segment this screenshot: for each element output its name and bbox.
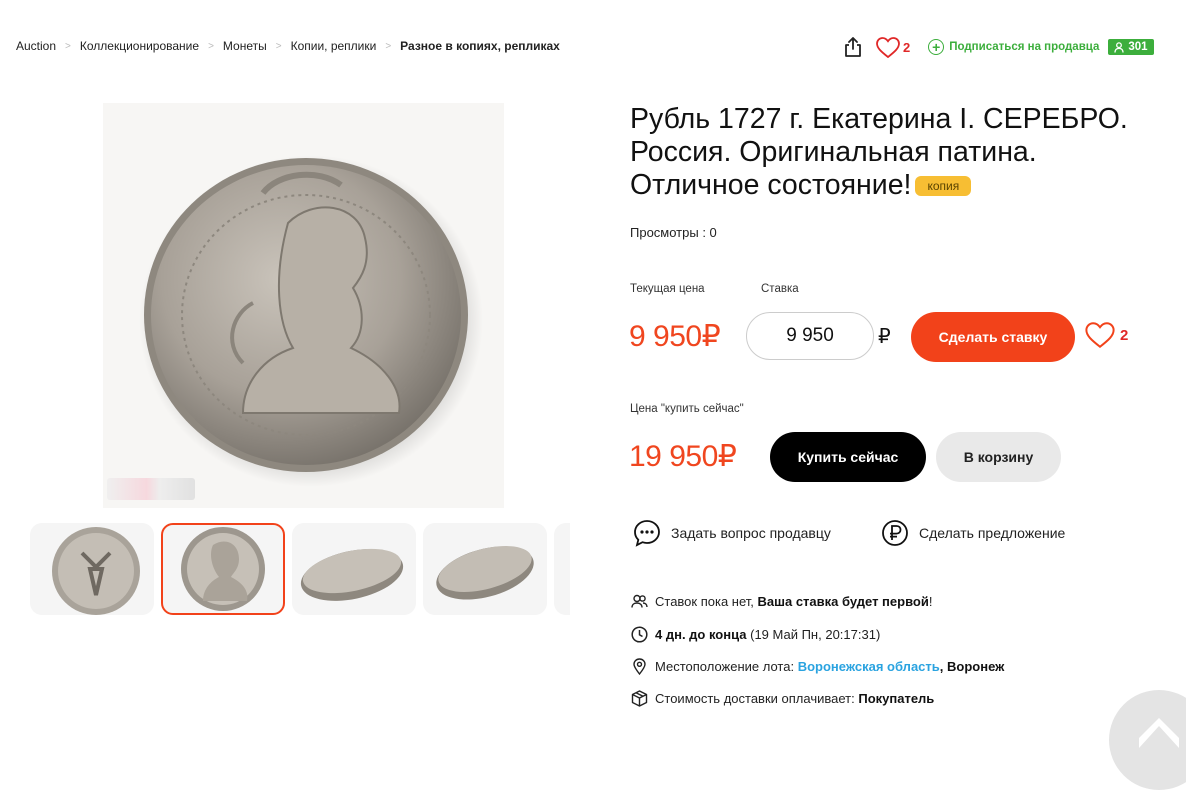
delivery-payer: Покупатель: [858, 691, 935, 706]
make-bid-button[interactable]: Сделать ставку: [911, 312, 1075, 362]
bids-end: !: [928, 594, 933, 609]
delivery-info: Стоимость доставки оплачивает: Покупател…: [631, 690, 934, 707]
subscribe-seller-button[interactable]: + Подписаться на продавца: [928, 39, 1099, 55]
location-region-link[interactable]: Воронежская область: [798, 659, 940, 674]
main-lot-image[interactable]: [103, 103, 504, 508]
clock-icon: [631, 626, 648, 643]
views-counter: Просмотры : 0: [630, 225, 717, 240]
chevron-up-icon: [1139, 718, 1179, 748]
breadcrumb-item-replicas[interactable]: Копии, реплики: [291, 39, 377, 53]
time-info: 4 дн. до конца (19 Май Пн, 20:17:31): [631, 626, 880, 643]
favorite-button[interactable]: 2: [876, 36, 911, 58]
add-to-cart-button[interactable]: В корзину: [936, 432, 1061, 482]
current-price-label: Текущая цена: [630, 283, 705, 295]
favorite-count: 2: [903, 39, 911, 55]
thumbnail-strip: [30, 523, 570, 615]
breadcrumb-separator: >: [208, 40, 214, 52]
top-actions: 2 + Подписаться на продавца 301: [842, 36, 1154, 58]
copy-badge: копия: [915, 176, 972, 196]
location-separator: ,: [939, 659, 944, 674]
stake-label: Ставка: [761, 283, 799, 295]
time-left: 4 дн. до конца: [655, 627, 747, 642]
scroll-top-button[interactable]: [1109, 690, 1186, 790]
lot-title: Рубль 1727 г. Екатерина I. СЕРЕБРО. Росс…: [630, 103, 1150, 202]
user-icon: [1114, 41, 1125, 53]
location-pin-icon: [633, 658, 646, 675]
heart-icon: [1085, 322, 1115, 348]
thumbnail-1[interactable]: [30, 523, 154, 615]
buy-now-button[interactable]: Купить сейчас: [770, 432, 926, 482]
ask-seller-button[interactable]: Задать вопрос продавцу: [633, 519, 831, 547]
end-datetime: (19 Май Пн, 20:17:31): [750, 627, 881, 642]
watermark: [107, 478, 195, 500]
favorite-lot-button[interactable]: 2: [1085, 322, 1128, 348]
make-offer-button[interactable]: Сделать предложение: [881, 519, 1065, 547]
thumbnail-5[interactable]: [554, 523, 570, 615]
breadcrumb-item-coins[interactable]: Монеты: [223, 39, 267, 53]
location-label: Местоположение лота:: [655, 659, 795, 674]
bids-info: Ставок пока нет, Ваша ставка будет перво…: [631, 594, 932, 609]
chat-icon: [634, 520, 660, 547]
seller-rating-value: 301: [1128, 41, 1148, 53]
thumbnail-2-selected[interactable]: [161, 523, 285, 615]
currency-symbol: ₽: [878, 326, 891, 348]
thumbnail-4[interactable]: [423, 523, 547, 615]
current-price: 9 950₽: [629, 320, 721, 353]
breadcrumb-separator: >: [385, 40, 392, 52]
breadcrumb-item-current[interactable]: Разное в копиях, репликах: [400, 39, 560, 53]
share-icon[interactable]: [842, 36, 864, 58]
bids-strong: Ваша ставка будет первой: [757, 594, 929, 609]
location-city: Воронеж: [947, 659, 1005, 674]
favorite-lot-count: 2: [1120, 326, 1129, 344]
make-offer-label: Сделать предложение: [919, 525, 1066, 541]
breadcrumb-item-collecting[interactable]: Коллекционирование: [80, 39, 199, 53]
box-icon: [631, 690, 648, 707]
users-icon: [631, 594, 648, 608]
bids-text: Ставок пока нет,: [655, 594, 754, 609]
seller-rating-badge[interactable]: 301: [1108, 39, 1154, 55]
ruble-icon: [882, 520, 908, 546]
breadcrumb-item-auction[interactable]: Auction: [16, 39, 56, 53]
subscribe-label: Подписаться на продавца: [949, 41, 1100, 53]
breadcrumb: Auction > Коллекционирование > Монеты > …: [16, 39, 560, 53]
buy-now-label: Цена "купить сейчас": [630, 403, 744, 415]
buy-now-price: 19 950₽: [629, 440, 737, 473]
breadcrumb-separator: >: [65, 40, 71, 52]
heart-icon: [876, 36, 900, 58]
location-info: Местоположение лота: Воронежская область…: [631, 658, 1004, 675]
thumbnail-3[interactable]: [292, 523, 416, 615]
breadcrumb-separator: >: [275, 40, 282, 52]
plus-icon: +: [928, 39, 945, 55]
delivery-label: Стоимость доставки оплачивает:: [655, 691, 855, 706]
ask-seller-label: Задать вопрос продавцу: [671, 525, 831, 541]
stake-input[interactable]: [746, 312, 874, 360]
lot-title-text: Рубль 1727 г. Екатерина I. СЕРЕБРО. Росс…: [630, 103, 1128, 201]
